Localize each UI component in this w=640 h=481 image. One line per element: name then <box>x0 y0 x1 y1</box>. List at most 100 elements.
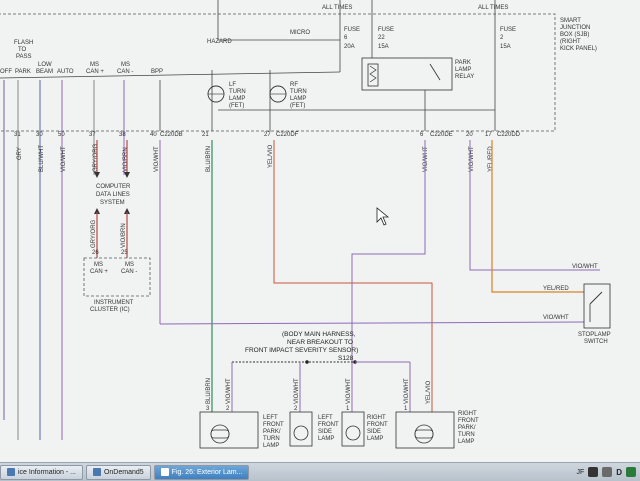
rf-park-l4: TURN <box>458 432 475 438</box>
pin-27: 27 <box>264 132 271 138</box>
off-label: OFF <box>0 69 12 75</box>
lf-park-l1: LEFT <box>263 415 278 421</box>
lf-park-l2: FRONT <box>263 422 284 428</box>
pin-21: 21 <box>202 132 209 138</box>
relay-l1: PARK <box>455 60 471 66</box>
wiring-diagram: ALL TIMES ALL TIMES HAZARD MICRO FUSE 6 … <box>0 0 611 449</box>
mscan-plus-l1: MS <box>90 62 99 68</box>
rf-side-l3: SIDE <box>367 429 381 435</box>
wire-label-blu-brn2: BLU/BRN <box>206 378 212 404</box>
screen: ALL TIMES ALL TIMES HAZARD MICRO FUSE 6 … <box>0 0 640 462</box>
lf-lamp-l3: LAMP <box>229 96 245 102</box>
ic-title-l1: INSTRUMENT <box>94 300 134 306</box>
wire-yel-vio-lf <box>273 140 433 412</box>
ic-pin-25: 25 <box>121 250 128 256</box>
wire-label-vio-wht: VIO/WHT <box>61 146 67 172</box>
tray-language-indicator[interactable]: D <box>616 468 622 477</box>
sjb-l3: BOX (SJB) <box>560 32 589 38</box>
taskbar-item-service-info[interactable]: ice Information - ... <box>0 464 83 480</box>
tray-app-icon-2[interactable] <box>602 467 613 477</box>
wire-label-gry-org: GRY/ORG <box>93 143 99 172</box>
pin-31: 31 <box>14 132 21 138</box>
wire-stoplamp-bus <box>159 321 585 325</box>
wire-label-vio-wht7: VIO/WHT <box>346 378 352 404</box>
taskbar-item-ondemand5[interactable]: OnDemand5 <box>85 464 151 480</box>
ic-can-plus-l2: CAN + <box>90 269 108 275</box>
computer-l1: COMPUTER <box>96 184 131 190</box>
mscan-plus-l2: CAN + <box>86 69 104 75</box>
wire-label-vio-brn2: VIO/BRN <box>121 223 127 248</box>
ic-can-plus-l1: MS <box>94 262 103 268</box>
rf-side-lamp-box <box>341 411 365 447</box>
lf-side-lamp-box <box>289 411 313 447</box>
taskbar-item-label: ice Information - ... <box>18 468 76 476</box>
wire-label-gry: GRY <box>17 147 23 160</box>
ic-can-minus-l1: MS <box>125 262 134 268</box>
rf-side-l2: FRONT <box>367 422 388 428</box>
wire-label-gry-org2: GRY/ORG <box>91 219 97 248</box>
ic-can-minus-l2: CAN - <box>121 269 137 275</box>
fuse3-l2: 2 <box>500 35 504 41</box>
taskbar-item-fig26[interactable]: Fig. 26: Exterior Lam... <box>153 464 250 480</box>
lf-park-l3: PARK/ <box>263 429 281 435</box>
wire-label-vio-wht6: VIO/WHT <box>294 378 300 404</box>
harness-l1: (BODY MAIN HARNESS, <box>282 331 356 338</box>
can-plus-down-arrow-icon <box>94 172 100 178</box>
rf-lamp-l1: RF <box>290 82 298 88</box>
lf-park-l5: LAMP <box>263 443 279 449</box>
relay-l2: LAMP <box>455 67 471 73</box>
conn-c220db: C220DB <box>160 132 183 138</box>
wire-label-yel-red-h: YEL/RED <box>543 286 569 292</box>
wire-label-vio-wht-h2: VIO/WHT <box>543 315 569 321</box>
lf-park-filament-icon <box>210 429 230 439</box>
wire-label-vio-wht5: VIO/WHT <box>226 378 232 404</box>
pin-17: 17 <box>485 132 492 138</box>
flash-l1: FLASH <box>14 40 33 46</box>
wire-label-yel-red: YEL/RED <box>488 146 494 172</box>
lf-side-bulb-icon <box>293 425 309 441</box>
tray-app-icon[interactable] <box>588 467 599 477</box>
lf-side-l2: FRONT <box>318 422 339 428</box>
lf-park-pin3: 3 <box>206 406 210 412</box>
rf-side-l4: LAMP <box>367 436 383 442</box>
window-icon <box>160 468 169 476</box>
wire-label-vio-brn: VIO/BRN <box>123 147 129 172</box>
sjb-l5: KICK PANEL) <box>560 46 597 52</box>
pin-6: 6 <box>420 132 424 138</box>
rf-park-l1: RIGHT <box>458 411 477 417</box>
sjb-box <box>0 13 556 132</box>
relay-coil-winding <box>369 65 377 83</box>
taskbar: ice Information - ... OnDemand5 Fig. 26:… <box>0 462 640 481</box>
all-times-left: ALL TIMES <box>322 5 352 11</box>
fuse3-l3: 15A <box>500 44 511 50</box>
flash-l2: TO <box>18 47 27 53</box>
conn-c220de: C220DE <box>430 132 453 138</box>
computer-l2: DATA LINES <box>96 192 130 198</box>
tray-network-icon[interactable] <box>626 467 636 477</box>
pin-37: 37 <box>89 132 96 138</box>
low-beam-l2: BEAM <box>36 69 53 75</box>
relay-switch <box>429 63 441 81</box>
fuse3-l1: FUSE <box>500 27 516 33</box>
park-lamp-relay <box>361 57 453 91</box>
fuse1-l3: 20A <box>344 44 355 50</box>
taskbar-item-label: Fig. 26: Exterior Lam... <box>171 468 243 476</box>
fuse2-l2: 22 <box>378 35 385 41</box>
mscan-minus-l1: MS <box>121 62 130 68</box>
rf-park-l3: PARK/ <box>458 425 476 431</box>
lf-side-pin2: 2 <box>294 406 298 412</box>
micro-label: MICRO <box>290 30 310 36</box>
tray-label: JF <box>576 468 585 476</box>
fuse1-l1: FUSE <box>344 27 360 33</box>
fuse2-l3: 15A <box>378 44 389 50</box>
lf-lamp-l1: LF <box>229 82 236 88</box>
rf-park-filament-icon <box>414 429 434 439</box>
pin-30: 30 <box>36 132 43 138</box>
rf-park-bulb-icon <box>414 424 434 444</box>
stoplamp-switch-blade <box>589 291 603 305</box>
sjb-l4: (RIGHT <box>560 39 581 45</box>
all-times-right: ALL TIMES <box>478 5 508 11</box>
wire-label-vio-wht3: VIO/WHT <box>423 146 429 172</box>
lf-lamp-l4: (FET) <box>229 103 244 109</box>
relay-coil <box>367 63 379 87</box>
